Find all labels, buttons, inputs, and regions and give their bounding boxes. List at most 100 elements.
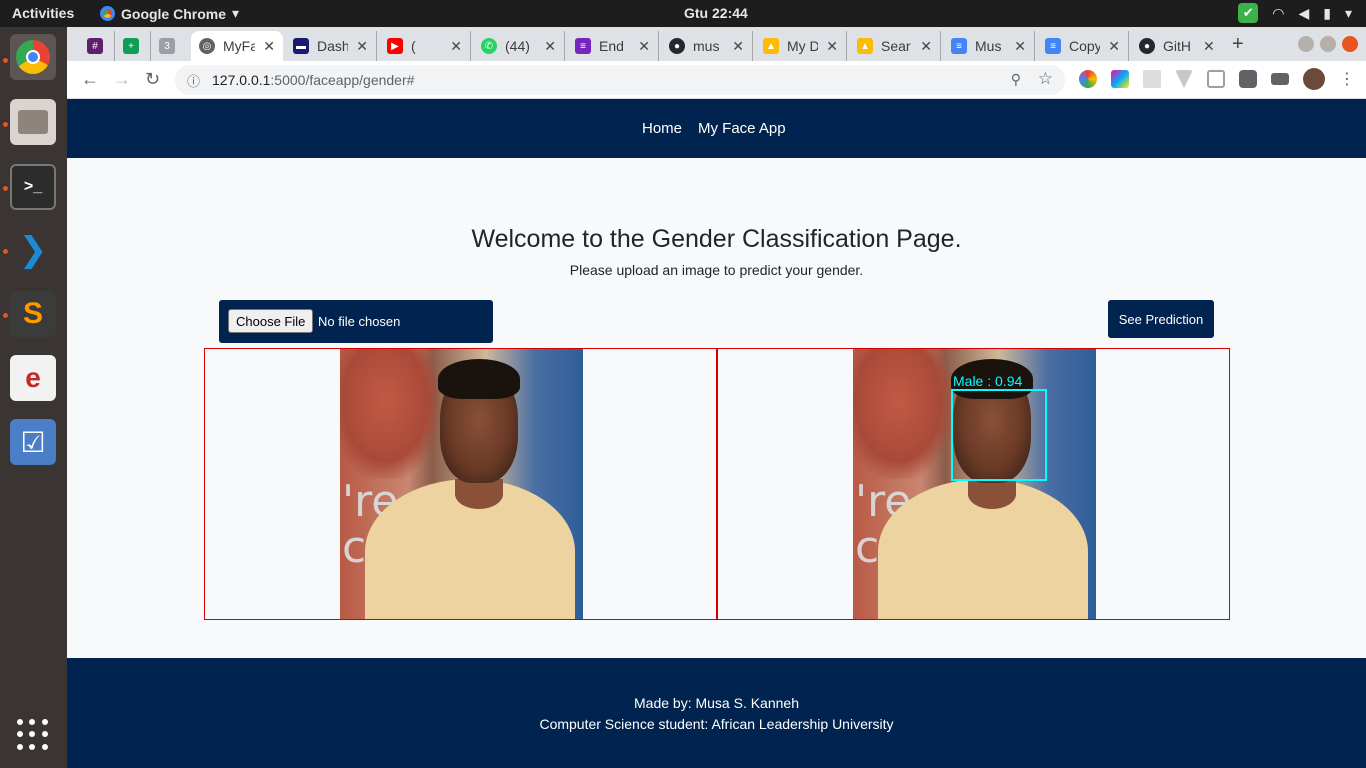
tab-label: My D [787, 38, 819, 54]
info-icon[interactable]: ⓘ [187, 71, 200, 90]
chrome-icon [100, 6, 115, 21]
sublime-icon: S [22, 297, 43, 330]
address-bar[interactable]: ⓘ 127.0.0.1:5000/faceapp/gender# ⚲ ☆ [175, 65, 1065, 95]
forms-icon: ≡ [575, 38, 591, 54]
running-indicator [3, 313, 8, 318]
tab-label: (44) [505, 38, 530, 54]
tab-label: Sear [881, 38, 911, 54]
close-tab-icon[interactable]: ✕ [638, 38, 650, 55]
new-tab-button[interactable]: + [1232, 33, 1244, 56]
files-launcher-icon[interactable] [10, 99, 56, 145]
vue-devtools-icon[interactable] [1175, 70, 1193, 88]
more-menu-icon[interactable]: ⋮ [1339, 69, 1355, 89]
volume-icon[interactable]: ◀ [1298, 5, 1309, 22]
tab-icon: 3 [159, 38, 175, 54]
tab-docs-copy[interactable]: ≡ Copy ✕ [1037, 31, 1129, 61]
color-wheel-extension-icon[interactable] [1079, 70, 1097, 88]
tab-unknown[interactable]: 3 [151, 31, 189, 61]
chrome-launcher-icon[interactable] [10, 34, 56, 80]
terminal-icon: >_ [23, 178, 43, 195]
back-arrow-icon[interactable]: ← [81, 69, 99, 90]
close-tab-icon[interactable]: ✕ [826, 38, 838, 55]
tab-docs-musa[interactable]: ≡ Mus ✕ [943, 31, 1035, 61]
bookmark-star-icon[interactable]: ☆ [1038, 69, 1053, 89]
close-tab-icon[interactable]: ✕ [1203, 38, 1215, 55]
running-indicator [3, 122, 8, 127]
footer-author: Made by: Musa S. Kanneh [634, 695, 799, 711]
choose-file-button[interactable]: Choose File [228, 309, 314, 333]
page-extension-icon[interactable] [1207, 70, 1225, 88]
prediction-label: Male : 0.94 [953, 373, 1023, 389]
close-tab-icon[interactable]: ✕ [732, 38, 744, 55]
sublime-launcher-icon[interactable]: S [10, 291, 56, 337]
close-tab-icon[interactable]: ✕ [1014, 38, 1026, 55]
document-viewer-icon: e [25, 362, 41, 393]
terminal-launcher-icon[interactable]: >_ [10, 164, 56, 210]
close-tab-icon[interactable]: ✕ [1108, 38, 1120, 55]
prediction-image-box: 'reco Male : 0.94 [717, 348, 1230, 620]
minimize-icon[interactable] [1298, 36, 1314, 52]
see-prediction-button[interactable]: See Prediction [1108, 300, 1214, 338]
tab-github[interactable]: ● GitH ✕ [1131, 31, 1223, 61]
tab-label: ( [411, 38, 416, 54]
close-window-icon[interactable] [1342, 36, 1358, 52]
zoom-icon[interactable]: ⚲ [1011, 71, 1021, 88]
media-playlist-icon[interactable] [1271, 73, 1289, 85]
tab-youtube[interactable]: ▶ (✕ [379, 31, 471, 61]
chevron-down-icon[interactable]: ▾ [1345, 5, 1352, 22]
app-menu[interactable]: Google Chrome ▾ [100, 5, 239, 22]
close-tab-icon[interactable]: ✕ [920, 38, 932, 55]
page-title: Welcome to the Gender Classification Pag… [471, 225, 962, 253]
colorzilla-extension-icon[interactable] [1111, 70, 1129, 88]
dashboard-icon: ▬ [293, 38, 309, 54]
show-applications-icon[interactable] [17, 719, 49, 751]
update-check-icon[interactable]: ✔ [1238, 3, 1259, 23]
activities-button[interactable]: Activities [12, 5, 74, 21]
tab-github-musa[interactable]: ● mus ✕ [661, 31, 753, 61]
reload-icon[interactable]: ↻ [145, 69, 160, 90]
footer-school: Computer Science student: African Leader… [539, 716, 894, 732]
vscode-launcher-icon[interactable]: ❯ [10, 227, 56, 273]
close-tab-icon[interactable]: ✕ [544, 38, 556, 55]
tab-my-drive[interactable]: ▲ My D ✕ [755, 31, 847, 61]
puzzle-extensions-icon[interactable] [1239, 70, 1257, 88]
tab-dashboard[interactable]: ▬ Dash ✕ [285, 31, 377, 61]
tab-slack[interactable]: # [79, 31, 115, 61]
app-menu-label: Google Chrome [121, 5, 227, 22]
close-tab-icon[interactable]: ✕ [450, 38, 462, 55]
running-indicator [3, 186, 8, 191]
nav-face-app-link[interactable]: My Face App [698, 120, 786, 137]
profile-avatar[interactable] [1303, 68, 1325, 90]
window-controls [1298, 36, 1358, 52]
close-tab-icon[interactable]: ✕ [263, 38, 275, 55]
chevron-down-icon: ▾ [232, 5, 240, 21]
running-indicator [3, 249, 8, 254]
wifi-icon[interactable]: ◠ [1272, 5, 1284, 22]
tab-label: mus [693, 38, 720, 54]
tab-forms[interactable]: ≡ End ✕ [567, 31, 659, 61]
system-tray[interactable]: ✔ ◠ ◀ ▮ ▾ [1238, 3, 1352, 23]
slack-icon: # [87, 38, 103, 54]
tab-sheets[interactable]: + [115, 31, 151, 61]
vscode-icon: ❯ [18, 231, 48, 269]
tasks-launcher-icon[interactable]: ☑ [10, 419, 56, 465]
dock: >_ ❯ S e ☑ [0, 27, 67, 768]
document-viewer-launcher-icon[interactable]: e [10, 355, 56, 401]
nav-home-link[interactable]: Home [642, 120, 682, 137]
eyedropper-extension-icon[interactable] [1143, 70, 1161, 88]
clock[interactable]: Gtu 22:44 [684, 5, 748, 21]
battery-icon[interactable]: ▮ [1323, 5, 1331, 22]
forward-arrow-icon[interactable]: → [113, 69, 131, 90]
tab-search-drive[interactable]: ▲ Sear ✕ [849, 31, 941, 61]
file-cabinet-icon [18, 110, 48, 134]
running-indicator [3, 58, 8, 63]
tab-whatsapp[interactable]: ✆ (44) ✕ [473, 31, 565, 61]
system-top-bar: Activities Google Chrome ▾ Gtu 22:44 ✔ ◠… [0, 0, 1366, 27]
web-page: Home My Face App Welcome to the Gender C… [67, 99, 1366, 768]
tab-myface[interactable]: ◎ MyFa ✕ [191, 31, 283, 61]
browser-toolbar: ← → ↻ ⓘ 127.0.0.1:5000/faceapp/gender# ⚲… [67, 61, 1366, 99]
close-tab-icon[interactable]: ✕ [356, 38, 368, 55]
maximize-icon[interactable] [1320, 36, 1336, 52]
docs-icon: ≡ [1045, 38, 1061, 54]
upload-form: Choose File No file chosen [219, 300, 493, 343]
